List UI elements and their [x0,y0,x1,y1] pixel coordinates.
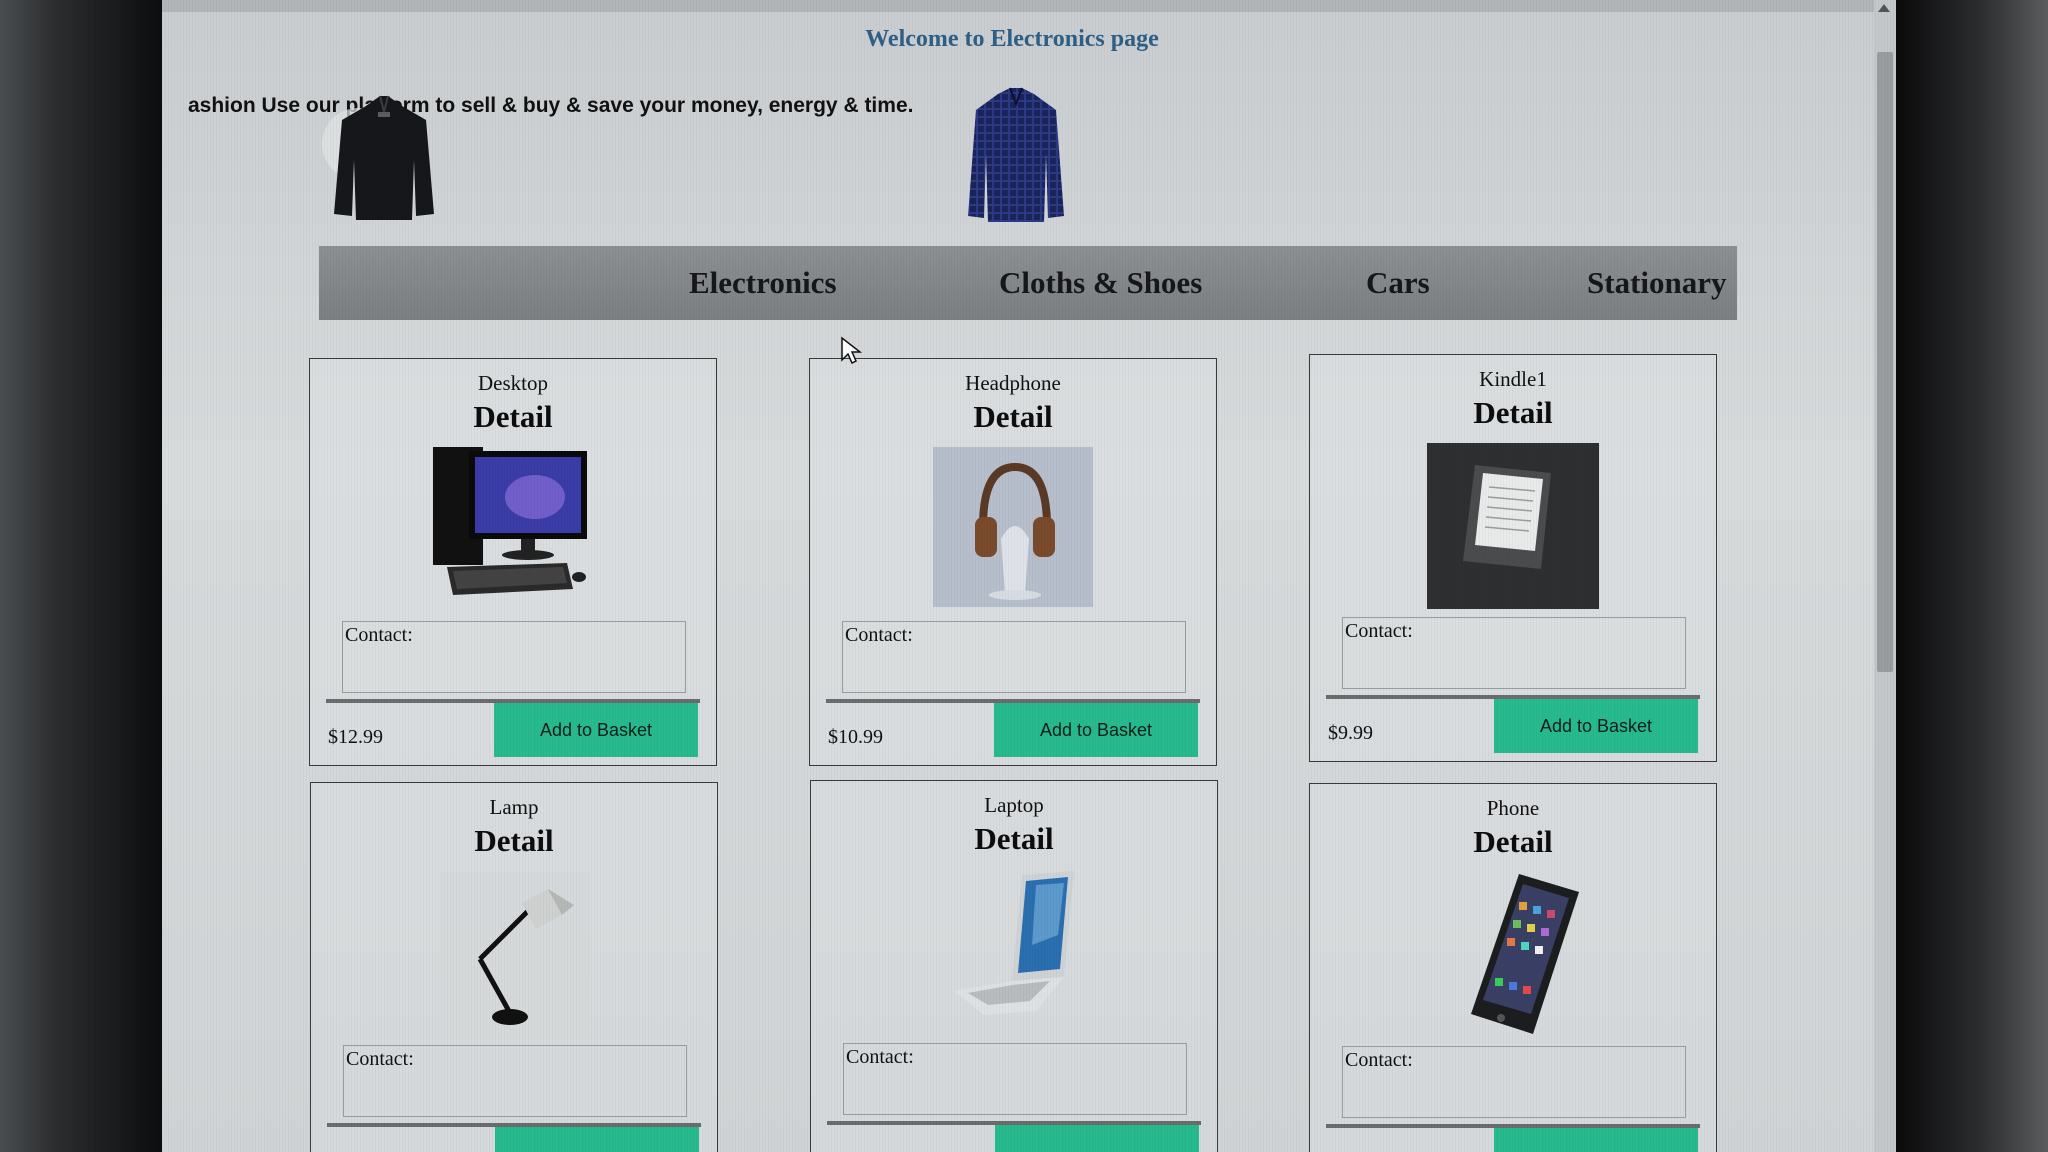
product-card-kindle1: Kindle1 Detail Contact: $9.99 Add to Bas… [1309,354,1717,762]
add-to-basket-button[interactable] [995,1125,1199,1152]
contact-label: Contact: [845,624,913,646]
laptop-image [954,871,1074,1015]
blue-plaid-shirt-image [968,87,1064,222]
add-to-basket-button[interactable]: Add to Basket [494,703,698,757]
detail-link[interactable]: Detail [1310,395,1716,431]
product-name: Phone [1486,796,1540,820]
vertical-scrollbar[interactable] [1874,0,1896,1152]
contact-field[interactable]: Contact: [842,621,1186,693]
browser-viewport: Welcome to Electronics page ashion Use o… [162,0,1896,1152]
kindle-image [1427,443,1599,609]
phone-image [1471,874,1579,1034]
contact-label: Contact: [846,1046,914,1068]
desktop-computer-image [433,447,587,595]
top-border [162,0,1896,12]
contact-label: Contact: [1345,620,1413,642]
contact-field[interactable]: Contact: [342,621,686,693]
nav-item-cloths-shoes[interactable]: Cloths & Shoes [999,246,1202,320]
monitor-bezel-right [1896,0,2048,1152]
price: $12.99 [328,726,383,748]
add-to-basket-button[interactable] [495,1127,699,1152]
monitor-bezel-left [0,0,162,1152]
detail-link[interactable]: Detail [310,399,716,435]
marquee-banner: ashion Use our platform to sell & buy & … [188,94,914,117]
product-card-lamp: Lamp Detail Contact: [310,782,718,1152]
headphone-image [933,447,1093,607]
product-name: Lamp [489,795,539,819]
product-name: Headphone [965,371,1061,395]
detail-link[interactable]: Detail [811,821,1217,857]
detail-link[interactable]: Detail [1310,824,1716,860]
lamp-image [440,871,590,1035]
add-to-basket-button[interactable]: Add to Basket [1494,699,1698,753]
page-title: Welcome to Electronics page [865,26,1159,52]
nav-item-electronics[interactable]: Electronics [689,246,837,320]
black-shirt-image [322,95,434,220]
contact-label: Contact: [345,624,413,646]
contact-label: Contact: [346,1048,414,1070]
price: $9.99 [1328,722,1373,744]
contact-field[interactable]: Contact: [1342,617,1686,689]
nav-item-cars[interactable]: Cars [1366,246,1430,320]
contact-field[interactable]: Contact: [843,1043,1187,1115]
contact-field[interactable]: Contact: [343,1045,687,1117]
mouse-pointer-icon [841,336,862,365]
product-name: Desktop [478,371,548,395]
detail-link[interactable]: Detail [810,399,1216,435]
product-card-laptop: Laptop Detail Contact: [810,780,1218,1152]
detail-link[interactable]: Detail [311,823,717,859]
product-card-phone: Phone Detail Contact: [1309,783,1717,1152]
product-card-headphone: Headphone Detail Contact: $10.99 Add to … [809,358,1217,766]
add-to-basket-button[interactable]: Add to Basket [994,703,1198,757]
scroll-up-arrow-icon[interactable] [1878,4,1890,12]
contact-field[interactable]: Contact: [1342,1046,1686,1118]
product-card-desktop: Desktop Detail Contact: $12.99 Add to Ba… [309,358,717,766]
price: $10.99 [828,726,883,748]
contact-label: Contact: [1345,1049,1413,1071]
nav-item-stationary[interactable]: Stationary [1587,246,1727,320]
product-name: Kindle1 [1479,367,1547,391]
product-name: Laptop [984,793,1044,817]
category-nav-bar: Electronics Cloths & Shoes Cars Stationa… [319,246,1737,320]
add-to-basket-button[interactable] [1494,1128,1698,1152]
scrollbar-thumb[interactable] [1877,52,1893,672]
